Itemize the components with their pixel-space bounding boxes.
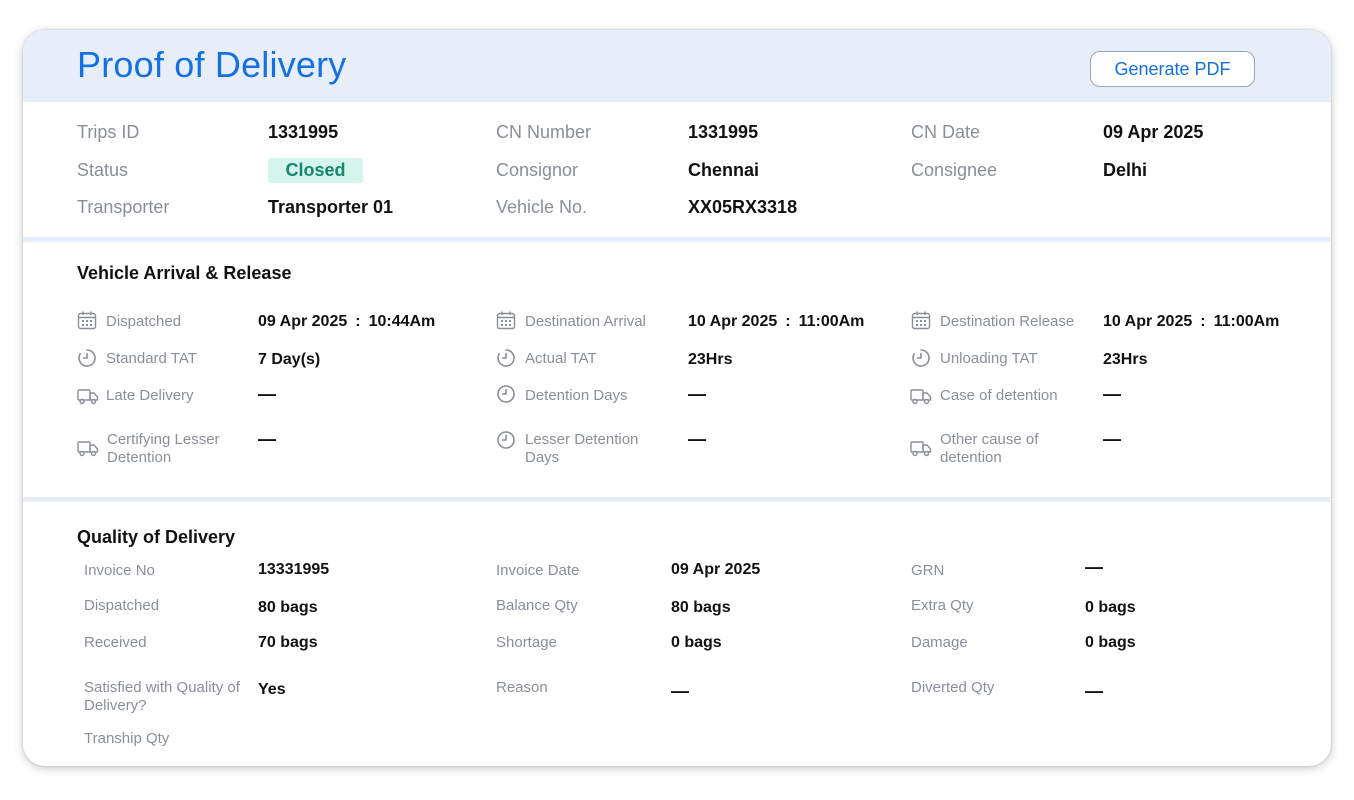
destination-release-label: Destination Release — [940, 313, 1075, 330]
proof-of-delivery-card: Proof of Delivery Generate PDF Trips ID … — [23, 30, 1331, 766]
consignee-value: Delhi — [1103, 160, 1148, 180]
other-cause-of-detention-label: Other cause of detention — [940, 431, 1039, 466]
generate-pdf-button[interactable]: Generate PDF — [1090, 51, 1255, 87]
reason-label: Reason — [496, 679, 548, 696]
cn-number-value: 1331995 — [688, 122, 759, 142]
calendar-icon — [496, 311, 516, 330]
detention-days-label: Detention Days — [525, 387, 628, 404]
received-label: Received — [84, 634, 147, 651]
clock-icon — [497, 431, 515, 449]
lesser-detention-days-label: Lesser Detention Days — [525, 431, 639, 466]
status-label: Status — [77, 160, 129, 180]
truck-icon — [77, 441, 99, 457]
grn-value: — — [1085, 557, 1103, 577]
calendar-icon — [77, 311, 97, 330]
section-divider — [23, 237, 1331, 242]
transporter-value: Transporter 01 — [268, 197, 394, 217]
late-delivery-value: — — [258, 384, 276, 404]
dispatched-qty-label: Dispatched — [84, 597, 160, 614]
destination-release-date: 10 Apr 2025 — [1103, 313, 1193, 330]
consignee-label: Consignee — [911, 160, 998, 180]
vehicle-value: XX05RX3318 — [688, 197, 798, 217]
certifying-lesser-detention-label: Certifying Lesser Detention — [107, 431, 220, 466]
timer-icon — [912, 349, 930, 367]
transporter-label: Transporter — [77, 197, 170, 217]
satisfied-quality-label: Satisfied with Quality of Delivery? — [84, 679, 240, 714]
dispatched-date: 09 Apr 2025 — [258, 313, 348, 330]
extra-qty-value: 0 bags — [1085, 599, 1136, 616]
actual-tat-label: Actual TAT — [525, 350, 597, 367]
balance-qty-label: Balance Qty — [496, 597, 578, 614]
grn-label: GRN — [911, 562, 945, 579]
destination-arrival-time: 11:00Am — [798, 313, 865, 330]
destination-arrival-label: Destination Arrival — [525, 313, 646, 330]
vehicle-label: Vehicle No. — [496, 197, 588, 217]
extra-qty-label: Extra Qty — [911, 597, 974, 614]
damage-label: Damage — [911, 634, 968, 651]
damage-value: 0 bags — [1085, 634, 1136, 651]
clock-icon — [497, 385, 515, 403]
page-title: Proof of Delivery — [77, 44, 347, 85]
timer-icon — [497, 349, 515, 367]
truck-icon — [910, 441, 932, 457]
actual-tat-value: 23Hrs — [688, 351, 733, 368]
dispatched-time: 10:44Am — [368, 313, 436, 330]
case-of-detention-label: Case of detention — [940, 387, 1058, 404]
dispatched-datetime: 09 Apr 2025:10:44Am — [258, 313, 435, 331]
time-separator: : — [785, 313, 791, 330]
reason-value: — — [671, 681, 689, 701]
timer-icon — [78, 349, 96, 367]
section-divider — [23, 497, 1331, 502]
destination-release-datetime: 10 Apr 2025:11:00Am — [1103, 313, 1279, 331]
consignor-value: Chennai — [688, 160, 760, 180]
trips-id-label: Trips ID — [77, 122, 140, 142]
destination-arrival-datetime: 10 Apr 2025:11:00Am — [688, 313, 864, 331]
truck-icon — [77, 389, 99, 405]
quality-section-title: Quality of Delivery — [77, 527, 236, 547]
time-separator: : — [355, 313, 361, 330]
shortage-label: Shortage — [496, 634, 557, 651]
invoice-date-label: Invoice Date — [496, 562, 580, 579]
dispatched-qty-value: 80 bags — [258, 599, 318, 616]
trips-id-value: 1331995 — [268, 122, 339, 142]
unloading-tat-label: Unloading TAT — [940, 350, 1038, 367]
invoice-no-value: 13331995 — [258, 561, 330, 578]
lesser-detention-days-value: — — [688, 429, 706, 449]
invoice-date-value: 09 Apr 2025 — [671, 561, 761, 578]
status-badge: Closed — [268, 158, 363, 183]
other-cause-of-detention-value: — — [1103, 429, 1121, 449]
dispatched-label: Dispatched — [106, 313, 182, 330]
truck-icon — [910, 389, 932, 405]
standard-tat-value: 7 Day(s) — [258, 351, 321, 368]
cn-date-label: CN Date — [911, 122, 981, 142]
case-of-detention-value: — — [1103, 384, 1121, 404]
arrival-section-title: Vehicle Arrival & Release — [77, 263, 292, 283]
consignor-label: Consignor — [496, 160, 579, 180]
detention-days-value: — — [688, 384, 706, 404]
received-value: 70 bags — [258, 634, 318, 651]
diverted-qty-label: Diverted Qty — [911, 679, 995, 696]
tranship-qty-label: Tranship Qty — [84, 730, 170, 747]
destination-arrival-date: 10 Apr 2025 — [688, 313, 778, 330]
invoice-no-label: Invoice No — [84, 562, 155, 579]
diverted-qty-value: — — [1085, 681, 1103, 701]
time-separator: : — [1200, 313, 1206, 330]
header-bar: Proof of Delivery Generate PDF — [23, 30, 1331, 102]
calendar-icon — [911, 311, 931, 330]
cn-date-value: 09 Apr 2025 — [1103, 122, 1204, 142]
standard-tat-label: Standard TAT — [106, 350, 197, 367]
destination-release-time: 11:00Am — [1213, 313, 1280, 330]
satisfied-quality-value: Yes — [258, 681, 286, 698]
unloading-tat-value: 23Hrs — [1103, 351, 1148, 368]
late-delivery-label: Late Delivery — [106, 387, 194, 404]
certifying-lesser-detention-value: — — [258, 429, 276, 449]
shortage-value: 0 bags — [671, 634, 722, 651]
cn-number-label: CN Number — [496, 122, 592, 142]
balance-qty-value: 80 bags — [671, 599, 731, 616]
